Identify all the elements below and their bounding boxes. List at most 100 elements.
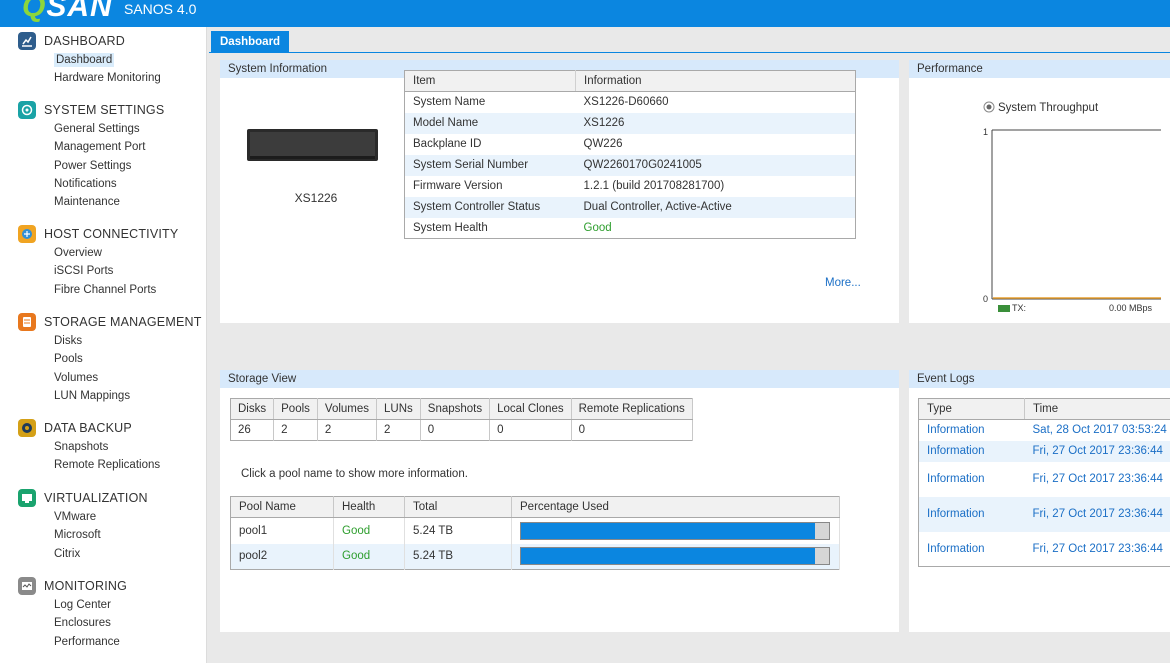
- event-row[interactable]: Information Fri, 27 Oct 2017 23:36:44: [919, 462, 1170, 497]
- sidebar-item-vmware[interactable]: VMware: [54, 508, 148, 526]
- sidebar-item-disks[interactable]: Disks: [54, 332, 202, 350]
- event-time[interactable]: Fri, 27 Oct 2017 23:36:44: [1024, 496, 1170, 532]
- pool-total: 5.24 TB: [404, 543, 512, 570]
- sidebar-item-fibre-channel-ports[interactable]: Fibre Channel Ports: [54, 281, 178, 299]
- sidebar-section-monitoring: MONITORING Log Center Enclosures Performanc…: [18, 577, 127, 651]
- y-tick-top: 1: [983, 127, 988, 137]
- pool-name[interactable]: pool1: [230, 517, 334, 544]
- sidebar-item-enclosures[interactable]: Enclosures: [54, 614, 127, 632]
- sidebar-section-header[interactable]: VIRTUALIZATION: [18, 489, 148, 507]
- sidebar-item-label: Volumes: [54, 371, 99, 384]
- sidebar-section-header[interactable]: HOST CONNECTIVITY: [18, 225, 178, 243]
- pool-usage-cell: [511, 517, 840, 544]
- sidebar-item-pools[interactable]: Pools: [54, 350, 202, 368]
- sidebar-item-label: iSCSI Ports: [54, 265, 114, 278]
- info-item: System Serial Number: [404, 154, 576, 176]
- pool-row[interactable]: pool2 Good 5.24 TB: [230, 543, 840, 570]
- sidebar-item-performance[interactable]: Performance: [54, 633, 127, 651]
- count-header-pools: Pools: [273, 398, 318, 420]
- pool-row[interactable]: pool1 Good 5.24 TB: [230, 517, 840, 544]
- info-item: Model Name: [404, 112, 576, 134]
- event-time[interactable]: Sat, 28 Oct 2017 03:53:24: [1025, 420, 1170, 441]
- sidebar-section-title: SYSTEM SETTINGS: [44, 103, 165, 117]
- event-row[interactable]: Information Sat, 28 Oct 2017 03:53:24: [919, 420, 1170, 441]
- sidebar-item-label: Disks: [54, 335, 83, 347]
- sidebar-section-host-connectivity: HOST CONNECTIVITY Overview iSCSI Ports Fibr…: [18, 225, 178, 299]
- sidebar-section-header[interactable]: MONITORING: [18, 577, 127, 595]
- tab-dashboard[interactable]: Dashboard: [211, 31, 290, 53]
- pool-name[interactable]: pool2: [230, 543, 334, 570]
- event-row[interactable]: Information Fri, 27 Oct 2017 23:36:44: [918, 496, 1170, 532]
- event-time[interactable]: Fri, 27 Oct 2017 23:36:44: [1025, 462, 1170, 497]
- info-value: QW2260170G0241005: [575, 154, 856, 176]
- event-type[interactable]: Information: [918, 440, 1025, 462]
- sidebar-item-label: Enclosures: [54, 617, 111, 630]
- event-type[interactable]: Information: [919, 420, 1025, 441]
- throughput-chart: System Throughput 1 0 TX: 0.00 MBps: [983, 101, 1161, 313]
- column-header-total: Total: [404, 496, 512, 518]
- sidebar-item-microsoft[interactable]: Microsoft: [54, 526, 148, 544]
- sidebar-item-maintenance[interactable]: Maintenance: [54, 193, 164, 211]
- sidebar-item-label: Snapshots: [54, 441, 109, 453]
- info-value: QW226: [583, 138, 623, 150]
- sidebar-section-header[interactable]: STORAGE MANAGEMENT: [18, 313, 202, 331]
- sidebar-item-label: Overview: [54, 247, 102, 259]
- sidebar-item-volumes[interactable]: Volumes: [54, 369, 202, 387]
- sidebar-section-header[interactable]: DATA BACKUP: [18, 419, 160, 437]
- event-type[interactable]: Information: [918, 496, 1025, 532]
- pool-usage-fill: [521, 522, 816, 539]
- chart-icon: [18, 32, 36, 50]
- pool-hint-text: Click a pool name to show more informati…: [241, 468, 468, 480]
- event-time[interactable]: Fri, 27 Oct 2017 23:36:44: [1025, 532, 1170, 567]
- more-link[interactable]: More...: [825, 277, 861, 289]
- sidebar-item-label: Microsoft: [54, 529, 101, 542]
- sidebar-item-management-port[interactable]: Management Port: [54, 138, 164, 156]
- sidebar-item-dashboard[interactable]: Dashboard: [54, 51, 161, 69]
- sidebar-item-power-settings[interactable]: Power Settings: [54, 157, 164, 175]
- sidebar-section-dashboard: DASHBOARD Dashboard Hardware Monitoring: [18, 32, 161, 88]
- info-value: Dual Controller, Active-Active: [575, 196, 856, 218]
- pool-usage-bar: [520, 547, 830, 566]
- event-type[interactable]: Information: [919, 462, 1025, 497]
- info-item: Backplane ID: [413, 138, 482, 150]
- sidebar-item-iscsi-ports[interactable]: iSCSI Ports: [54, 262, 178, 280]
- host-icon: [18, 225, 36, 243]
- info-value: XS1226-D60660: [583, 96, 669, 109]
- sidebar-item-label: Power Settings: [54, 159, 132, 172]
- count-header-volumes: Volumes: [317, 398, 378, 420]
- count-value-luns: 2: [376, 419, 421, 441]
- event-time[interactable]: Fri, 27 Oct 2017 23:36:44: [1024, 440, 1170, 462]
- sidebar-item-general-settings[interactable]: General Settings: [54, 120, 164, 138]
- sidebar-item-label: LUN Mappings: [54, 389, 131, 402]
- y-tick-bottom: 0: [983, 294, 988, 304]
- panel-title: Storage View: [220, 370, 899, 388]
- info-value: 1.2.1 (build 201708281700): [583, 180, 725, 192]
- sidebar-item-citrix[interactable]: Citrix: [54, 545, 148, 563]
- event-row[interactable]: Information Fri, 27 Oct 2017 23:36:44: [919, 532, 1170, 567]
- sidebar-section-title: MONITORING: [44, 579, 128, 593]
- sidebar-item-label: General Settings: [54, 123, 140, 135]
- event-row[interactable]: Information Fri, 27 Oct 2017 23:36:44: [918, 440, 1170, 462]
- os-version: SANOS 4.0: [124, 1, 197, 17]
- sidebar-section-header[interactable]: DASHBOARD: [18, 32, 161, 50]
- sidebar-item-log-center[interactable]: Log Center: [54, 596, 127, 614]
- pool-usage-fill: [521, 548, 816, 565]
- sidebar-item-snapshots[interactable]: Snapshots: [54, 438, 160, 456]
- count-header-luns: LUNs: [376, 398, 421, 420]
- sidebar-section-header[interactable]: SYSTEM SETTINGS: [18, 101, 164, 119]
- sidebar-item-lun-mappings[interactable]: LUN Mappings: [54, 387, 202, 405]
- sidebar-section-title: VIRTUALIZATION: [44, 491, 148, 505]
- info-item: Firmware Version: [413, 180, 503, 192]
- sidebar-item-notifications[interactable]: Notifications: [54, 175, 164, 193]
- sidebar-section-system-settings: SYSTEM SETTINGS General Settings Managemen…: [18, 101, 164, 211]
- event-type[interactable]: Information: [919, 532, 1025, 567]
- pool-usage-cell: [511, 543, 840, 570]
- sidebar-item-label: Fibre Channel Ports: [54, 283, 157, 296]
- monitoring-icon: [18, 577, 36, 595]
- info-item: System Health: [413, 221, 488, 234]
- sidebar-item-remote-replications[interactable]: Remote Replications: [54, 456, 160, 474]
- sidebar-item-hardware-monitoring[interactable]: Hardware Monitoring: [54, 69, 161, 87]
- column-header-pool-name: Pool Name: [230, 496, 334, 518]
- sidebar-item-overview[interactable]: Overview: [54, 244, 178, 262]
- pools-table: Pool Name Health Total Percentage Used p…: [230, 496, 840, 570]
